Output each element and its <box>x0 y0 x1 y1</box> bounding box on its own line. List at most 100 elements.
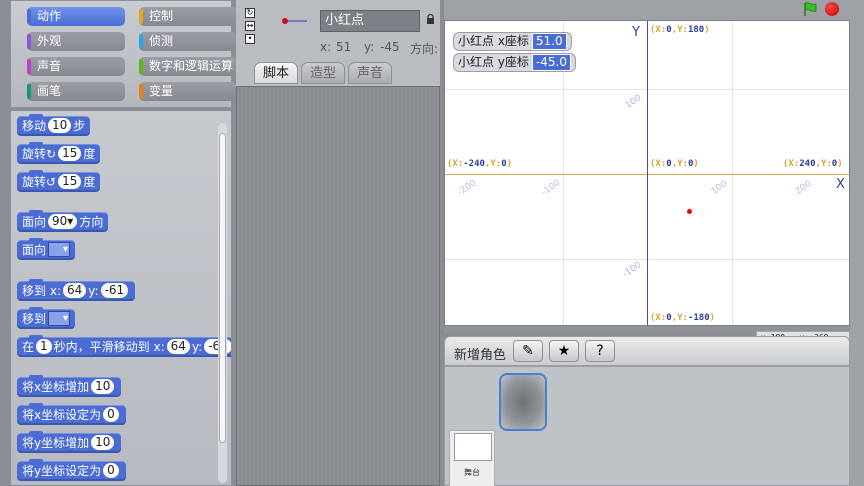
category-pen[interactable]: 画笔 <box>27 82 125 101</box>
coord-label-right: (X:240,Y:0) <box>783 159 843 169</box>
block-change-y[interactable]: 将y坐标增加 10 <box>17 431 122 453</box>
block-turn-clockwise[interactable]: 旋转↻ 15 度 <box>17 142 101 164</box>
rotate-style-flip-icon[interactable]: ↔ <box>245 21 255 31</box>
block-text: 将x坐标增加 <box>22 380 90 394</box>
block-text: 将y坐标增加 <box>22 436 90 450</box>
block-text: y: <box>191 340 203 354</box>
x-input[interactable]: 64 <box>166 339 190 354</box>
tick-label: -200 <box>455 178 479 198</box>
sprite-thumbnail[interactable] <box>499 373 547 431</box>
category-label: 外观 <box>37 34 62 48</box>
value-input[interactable]: 10 <box>91 435 115 450</box>
block-move-steps[interactable]: 移动 10 步 <box>17 114 91 136</box>
sprite-x-value: 51 <box>336 40 352 54</box>
coord-label-top: (X:0,Y:180) <box>650 25 710 35</box>
sprite-name-field[interactable]: 小红点 <box>320 10 420 32</box>
scrollbar-thumb[interactable] <box>219 133 226 443</box>
window-edge <box>850 20 864 486</box>
target-dropdown[interactable] <box>48 240 71 260</box>
x-position-monitor[interactable]: 小红点 x座标 51.0 <box>453 32 572 51</box>
new-sprite-bar: 新增角色 ✎ ★ ? <box>444 336 850 366</box>
stage-thumbnail[interactable]: 舞台 <box>449 430 495 486</box>
value-input[interactable]: 10 <box>91 379 115 394</box>
category-color-swatch <box>139 84 143 99</box>
block-text: 度 <box>83 175 96 189</box>
script-area[interactable] <box>236 86 440 486</box>
block-text: 方向 <box>79 215 104 229</box>
category-label: 侦测 <box>149 34 174 48</box>
x-axis-name: X <box>836 177 845 192</box>
degrees-input[interactable]: 15 <box>58 146 82 161</box>
target-dropdown[interactable] <box>48 309 71 329</box>
value-input[interactable]: 0 <box>103 463 119 478</box>
category-sound[interactable]: 声音 <box>27 57 125 76</box>
tick-label: -100 <box>620 260 644 280</box>
y-input[interactable]: -61 <box>100 283 129 298</box>
block-text: 秒内，平滑移动到 <box>53 340 150 354</box>
direction-dropdown[interactable]: 90▾ <box>48 214 78 229</box>
block-text: 在 <box>22 340 35 354</box>
random-sprite-button[interactable]: ? <box>585 340 615 362</box>
tab-scripts[interactable]: 脚本 <box>254 62 298 84</box>
rotate-style-none-icon[interactable]: • <box>245 34 255 44</box>
category-label: 变量 <box>149 84 174 98</box>
category-color-swatch <box>139 34 143 49</box>
green-flag-icon[interactable] <box>802 1 818 17</box>
category-color-swatch <box>139 59 143 74</box>
grid-line <box>732 21 733 325</box>
rotate-style-full-icon[interactable]: ↻ <box>245 8 255 18</box>
choose-sprite-file-button[interactable]: ★ <box>549 340 579 362</box>
block-text: y: <box>88 284 99 298</box>
y-axis-name: Y <box>632 25 640 40</box>
degrees-input[interactable]: 15 <box>58 174 82 189</box>
steps-input[interactable]: 10 <box>48 118 72 133</box>
block-go-to-xy[interactable]: 移到 x: 64 y: -61 <box>17 279 136 301</box>
block-text: 移到 <box>22 284 47 298</box>
block-text: 将x坐标设定为 <box>22 408 102 422</box>
block-change-x[interactable]: 将x坐标增加 10 <box>17 375 122 397</box>
category-label: 数字和逻辑运算 <box>149 59 234 73</box>
stop-icon[interactable] <box>825 2 839 16</box>
category-operators[interactable]: 数字和逻辑运算 <box>139 57 237 76</box>
block-turn-counterclockwise[interactable]: 旋转↺ 15 度 <box>17 170 101 192</box>
palette-scrollbar[interactable] <box>218 123 227 483</box>
tab-costumes[interactable]: 造型 <box>301 62 345 84</box>
block-point-in-direction[interactable]: 面向 90▾ 方向 <box>17 210 109 232</box>
block-text: 旋转 <box>22 147 47 161</box>
category-color-swatch <box>139 9 143 24</box>
sprite-y-label: y: <box>364 40 375 54</box>
paint-new-sprite-icon: ✎ <box>522 343 534 359</box>
stage[interactable]: Y X -200 -100 100 200 100 -100 (X:0,Y:18… <box>444 20 850 326</box>
sprite-direction-label: 方向: <box>410 42 439 56</box>
category-color-swatch <box>27 34 31 49</box>
category-motion[interactable]: 动作 <box>27 7 125 26</box>
block-glide[interactable]: 在1秒内，平滑移动到 x:64y:-61 <box>17 335 231 357</box>
block-text: 移到 <box>22 312 47 326</box>
block-go-to[interactable]: 移到 <box>17 307 76 329</box>
seconds-input[interactable]: 1 <box>36 339 52 354</box>
category-looks[interactable]: 外观 <box>27 32 125 51</box>
block-set-y[interactable]: 将y坐标设定为 0 <box>17 459 126 481</box>
category-sensing[interactable]: 侦测 <box>139 32 237 51</box>
monitor-label: 小红点 y座标 <box>458 55 529 69</box>
red-dot-sprite[interactable] <box>687 209 693 215</box>
category-label: 画笔 <box>37 84 62 98</box>
category-color-swatch <box>27 84 31 99</box>
block-text: x: <box>49 284 61 298</box>
category-label: 控制 <box>149 9 174 23</box>
rotate-counterclockwise-icon: ↺ <box>46 175 57 189</box>
block-set-x[interactable]: 将x坐标设定为 0 <box>17 403 126 425</box>
lock-icon[interactable] <box>426 14 435 24</box>
tab-sounds[interactable]: 声音 <box>348 62 392 84</box>
paint-new-sprite-button[interactable]: ✎ <box>513 340 543 362</box>
monitor-label: 小红点 x座标 <box>458 34 529 48</box>
y-position-monitor[interactable]: 小红点 y座标 -45.0 <box>453 53 576 72</box>
category-variables[interactable]: 变量 <box>139 82 237 101</box>
stage-thumbnail-image <box>454 433 492 461</box>
value-input[interactable]: 0 <box>103 407 119 422</box>
direction-indicator-icon <box>282 18 307 24</box>
block-point-towards[interactable]: 面向 <box>17 238 76 260</box>
sprite-info-panel: ↻ ↔ • 小红点 x: 51 y: -45 方向: 脚本 造型 声音 <box>236 0 440 86</box>
category-control[interactable]: 控制 <box>139 7 237 26</box>
x-input[interactable]: 64 <box>63 283 87 298</box>
